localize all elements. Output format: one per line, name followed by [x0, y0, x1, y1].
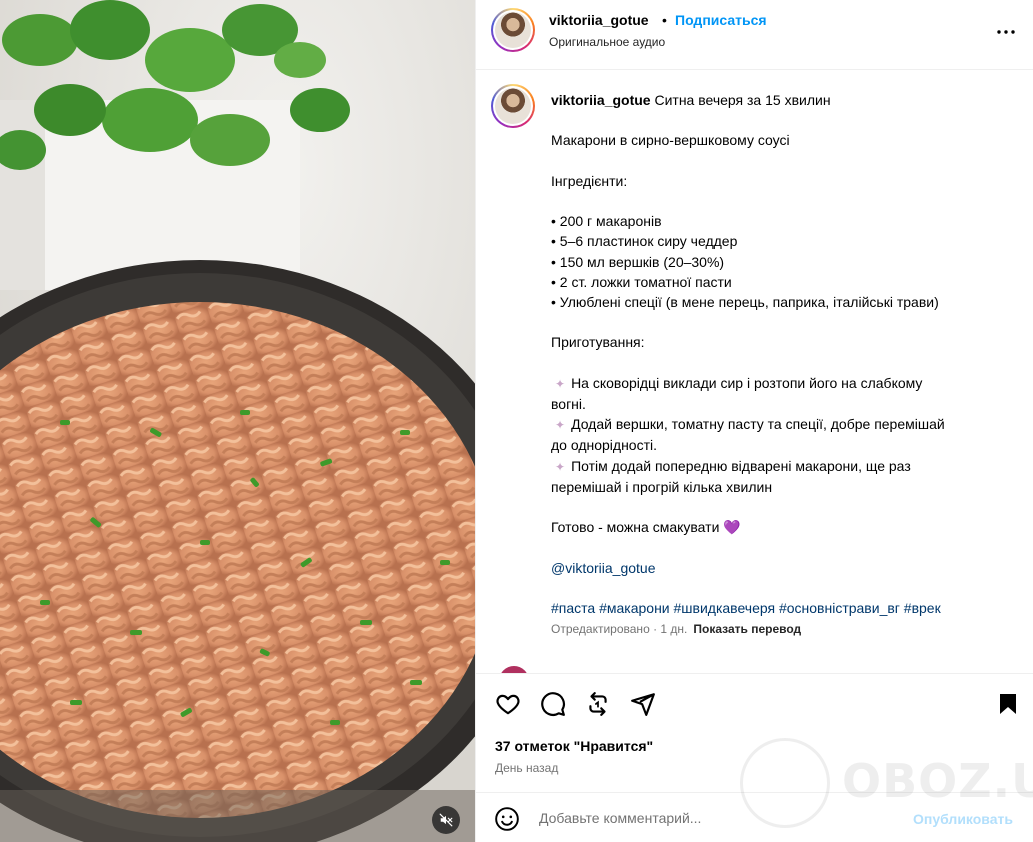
- post-side-panel: viktoriia_gotue • Подписаться Оригинальн…: [475, 0, 1033, 842]
- step-item-continuation: вогні.: [551, 395, 586, 412]
- audio-label[interactable]: Оригинальное аудио: [549, 35, 665, 49]
- post-date[interactable]: День назад: [495, 761, 558, 775]
- post-media[interactable]: [0, 0, 475, 842]
- show-translation-button[interactable]: Показать перевод: [693, 622, 801, 636]
- caption-username[interactable]: viktoriia_gotue: [551, 92, 651, 108]
- share-button[interactable]: [629, 690, 657, 718]
- repost-button[interactable]: [584, 690, 612, 718]
- comment-button[interactable]: [539, 690, 567, 718]
- author-avatar[interactable]: [491, 8, 535, 52]
- step-item-continuation: перемішай і прогрій кілька хвилин: [551, 478, 773, 495]
- heart-icon: [496, 694, 520, 715]
- purple-heart-emoji: 💜: [723, 519, 741, 536]
- pasta-photo: [0, 0, 475, 842]
- mention-link[interactable]: @viktoriia_gotue: [551, 560, 656, 576]
- ingredients-heading: Інгредієнти:: [551, 172, 628, 189]
- sparkle-icon: ✦: [555, 418, 566, 433]
- more-options-button[interactable]: [994, 20, 1018, 44]
- mute-button[interactable]: [432, 806, 460, 834]
- ingredient-item: • Улюблені спеції (в мене перець, паприк…: [551, 293, 939, 310]
- next-comment-peek: [491, 664, 1031, 673]
- emoji-icon[interactable]: [494, 806, 520, 832]
- publish-comment-button[interactable]: Опубликовать: [913, 811, 1013, 827]
- commenter-avatar[interactable]: [499, 666, 529, 673]
- comment-input[interactable]: [539, 807, 899, 829]
- step-item: ✦ На сковорідці виклади сир і розтопи йог…: [555, 374, 923, 391]
- ingredient-item: • 200 г макаронів: [551, 213, 662, 230]
- caption-title: Ситна вечеря за 15 хвилин: [654, 92, 831, 108]
- more-horizontal-icon: [997, 30, 1015, 34]
- steps-heading: Приготування:: [551, 334, 645, 351]
- comment-bubble-icon: [541, 692, 565, 716]
- sparkle-icon: ✦: [555, 376, 566, 391]
- closing-text: Готово - можна смакувати: [551, 519, 720, 536]
- caption-author-avatar[interactable]: [491, 84, 535, 128]
- comments-section[interactable]: viktoriia_gotue Ситна вечеря за 15 хвили…: [476, 70, 1033, 673]
- author-username[interactable]: viktoriia_gotue: [549, 12, 649, 28]
- save-button[interactable]: [994, 690, 1022, 718]
- repost-icon: [589, 692, 607, 716]
- add-comment-bar: Опубликовать: [476, 792, 1033, 842]
- ingredient-item: • 5–6 пластинок сиру чеддер: [551, 233, 738, 250]
- bookmark-icon: [1000, 694, 1016, 714]
- step-item-continuation: до однорідності.: [551, 437, 658, 454]
- likes-count[interactable]: 37 отметок "Нравится": [495, 738, 653, 754]
- caption-subtitle: Макарони в сирно-вершковому соусі: [551, 132, 790, 149]
- hashtags-links[interactable]: #паста #макарони #швидкавечеря #основніс…: [551, 600, 941, 616]
- separator-dot: •: [662, 12, 667, 28]
- post-caption: viktoriia_gotue Ситна вечеря за 15 хвили…: [551, 90, 996, 618]
- step-item: ✦ Додай вершки, томатну пасту та спеції, …: [555, 416, 945, 433]
- post-header: viktoriia_gotue • Подписаться Оригинальн…: [476, 0, 1033, 70]
- ingredient-item: • 2 ст. ложки томатної пасти: [551, 273, 732, 290]
- like-button[interactable]: [494, 690, 522, 718]
- post-meta: Отредактировано · 1 дн. Показать перевод: [551, 622, 801, 636]
- muted-speaker-icon: [439, 813, 453, 827]
- sparkle-icon: ✦: [555, 459, 566, 474]
- step-item: ✦ Потім додай попередню відварені макарон…: [555, 457, 911, 474]
- send-icon: [631, 693, 655, 716]
- edited-label: Отредактировано · 1 дн.: [551, 622, 688, 636]
- follow-button[interactable]: Подписаться: [675, 12, 767, 28]
- ingredient-item: • 150 мл вершків (20–30%): [551, 253, 725, 270]
- post-actions: 37 отметок "Нравится" День назад: [476, 673, 1033, 792]
